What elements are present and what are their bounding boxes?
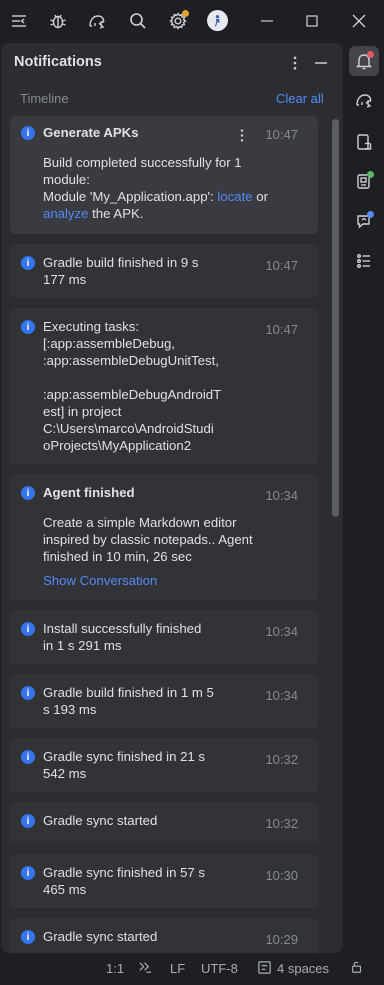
notification-card[interactable]: i Gradle sync started 10:29 [10, 918, 318, 953]
structure-list-icon[interactable] [349, 246, 379, 276]
running-devices-icon[interactable] [349, 166, 379, 196]
timeline-label: Timeline [20, 91, 69, 106]
no-problems-icon[interactable] [138, 960, 153, 978]
minimize-window-button[interactable] [255, 9, 279, 33]
settings-icon[interactable] [167, 10, 189, 32]
analyze-link[interactable]: analyze [43, 206, 88, 221]
search-icon[interactable] [127, 10, 149, 32]
info-icon: i [21, 256, 35, 270]
scrollbar-thumb[interactable] [332, 119, 339, 517]
lock-icon[interactable] [350, 960, 364, 977]
card-more-options-icon[interactable] [240, 127, 244, 146]
notification-time: 10:34 [265, 688, 298, 703]
notification-text: Install successfully finished in 1 s 291… [43, 621, 202, 653]
right-tool-strip [344, 42, 384, 952]
gradle-elephant-icon[interactable] [349, 85, 379, 115]
notification-time: 10:34 [265, 488, 298, 503]
line-ending[interactable]: LF [170, 961, 185, 976]
notifications-bell-icon[interactable] [349, 46, 379, 76]
maximize-window-button[interactable] [300, 9, 324, 33]
notification-text: Gradle build finished in 1 m 5 s 193 ms [43, 685, 214, 717]
notification-card[interactable]: i Gradle build finished in 9 s 177 ms 10… [10, 244, 318, 298]
notification-card-agent-finished[interactable]: i Agent finished 10:34 Create a simple M… [10, 474, 318, 600]
info-icon: i [21, 686, 35, 700]
notification-time: 10:47 [265, 258, 298, 273]
notification-body-text: or [256, 189, 268, 204]
hide-panel-button[interactable] [312, 53, 330, 73]
notification-text: Executing tasks: [:app:assembleDebug, :a… [43, 319, 222, 453]
more-options-icon[interactable] [287, 53, 303, 73]
notification-card[interactable]: i Gradle sync finished in 57 s 465 ms 10… [10, 854, 318, 908]
user-avatar[interactable] [207, 10, 228, 31]
show-conversation-link[interactable]: Show Conversation [43, 572, 303, 589]
notification-title: Agent finished [43, 485, 135, 500]
caret-position[interactable]: 1:1 [106, 961, 124, 976]
locate-link[interactable]: locate [217, 189, 252, 204]
notification-body: Build completed successfully for 1 modul… [43, 154, 303, 222]
notification-card[interactable]: i Gradle build finished in 1 m 5 s 193 m… [10, 674, 318, 728]
notification-text: Gradle sync started [43, 929, 158, 944]
notification-card[interactable]: i Gradle sync started 10:32 [10, 802, 318, 843]
notification-body-text: Build completed successfully for 1 modul… [43, 155, 242, 204]
notification-card[interactable]: i Install successfully finished in 1 s 2… [10, 610, 318, 664]
notification-text: Gradle sync finished in 57 s 465 ms [43, 865, 205, 897]
notification-card[interactable]: i Gradle sync finished in 21 s 542 ms 10… [10, 738, 318, 792]
assistant-chat-icon[interactable] [349, 206, 379, 236]
notification-time: 10:34 [265, 624, 298, 639]
status-bar: 1:1 LF UTF-8 4 spaces [0, 953, 384, 985]
notification-title: Generate APKs [43, 125, 139, 140]
notification-text: Gradle sync started [43, 813, 158, 828]
notification-time: 10:47 [265, 322, 298, 337]
notifications-panel: Notifications Timeline Clear all i Gener… [1, 43, 343, 953]
notification-body-text: the APK. [88, 206, 144, 221]
device-manager-icon[interactable] [349, 127, 379, 157]
info-icon: i [21, 814, 35, 828]
notification-time: 10:29 [265, 932, 298, 947]
notification-card-generate-apks[interactable]: i Generate APKs 10:47 Build completed su… [10, 116, 318, 234]
notification-body: Create a simple Markdown editor inspired… [43, 515, 253, 564]
info-icon: i [21, 750, 35, 764]
notification-time: 10:47 [265, 127, 298, 142]
file-encoding[interactable]: UTF-8 [201, 961, 238, 976]
info-icon: i [21, 866, 35, 880]
info-icon: i [21, 486, 35, 500]
hide-panel-icon[interactable] [8, 10, 30, 32]
panel-title: Notifications [14, 54, 102, 70]
info-icon: i [21, 126, 35, 140]
info-icon: i [21, 622, 35, 636]
notification-time: 10:30 [265, 868, 298, 883]
main-toolbar [0, 0, 384, 42]
indent-icon [257, 960, 272, 978]
notification-card[interactable]: i Executing tasks: [:app:assembleDebug, … [10, 308, 318, 464]
clear-all-link[interactable]: Clear all [276, 91, 324, 106]
notification-time: 10:32 [265, 752, 298, 767]
gradle-elephant-icon[interactable] [86, 10, 108, 32]
indent-setting[interactable]: 4 spaces [277, 961, 329, 976]
info-icon: i [21, 320, 35, 334]
notification-time: 10:32 [265, 816, 298, 831]
bug-icon[interactable] [47, 10, 69, 32]
notification-text: Gradle build finished in 9 s 177 ms [43, 255, 199, 287]
notification-text: Gradle sync finished in 21 s 542 ms [43, 749, 205, 781]
close-window-button[interactable] [347, 9, 371, 33]
info-icon: i [21, 930, 35, 944]
